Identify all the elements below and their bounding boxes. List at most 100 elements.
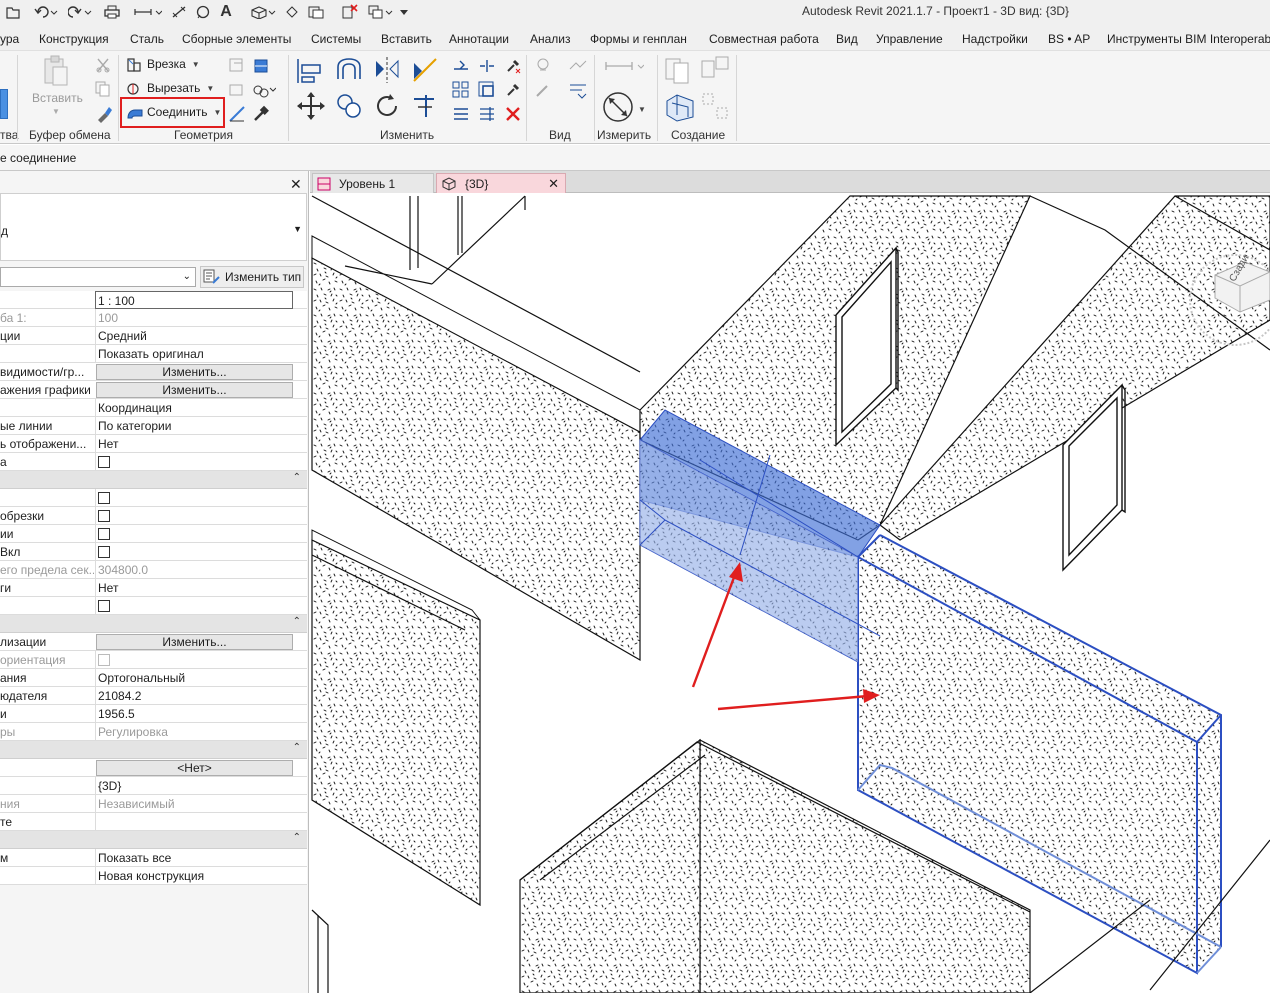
- pin-icon[interactable]: [504, 81, 522, 99]
- property-checkbox[interactable]: [98, 492, 110, 504]
- property-edit-button[interactable]: Изменить...: [96, 634, 293, 650]
- rotate-icon[interactable]: [372, 91, 402, 121]
- property-value[interactable]: Ортогональный: [95, 669, 307, 687]
- view-bulb-icon[interactable]: [534, 57, 552, 75]
- property-checkbox[interactable]: [98, 456, 110, 468]
- property-edit-button[interactable]: Изменить...: [96, 382, 293, 398]
- paint-icon[interactable]: [252, 81, 277, 99]
- tab-annotate[interactable]: Аннотации: [449, 32, 509, 46]
- collapse-icon[interactable]: ⌃: [293, 832, 301, 843]
- cope-icon[interactable]: [126, 57, 142, 73]
- tab-architecture[interactable]: ура: [0, 32, 19, 46]
- unpin-icon[interactable]: [504, 57, 522, 75]
- close-view-icon[interactable]: ✕: [548, 176, 559, 192]
- tag-icon[interactable]: [194, 3, 212, 21]
- wall-joins-icon[interactable]: [228, 57, 246, 75]
- property-value[interactable]: Нет: [95, 435, 307, 453]
- redo-icon[interactable]: [66, 3, 94, 21]
- tab-structure[interactable]: Конструкция: [39, 32, 109, 46]
- paste-icon[interactable]: [42, 55, 70, 87]
- text-icon[interactable]: A: [218, 3, 234, 21]
- property-edit-button[interactable]: Изменить...: [96, 364, 293, 380]
- create-parts-icon[interactable]: [664, 91, 696, 123]
- cut-button[interactable]: Вырезать ▼: [147, 81, 214, 95]
- close-hidden-icon[interactable]: [306, 3, 336, 21]
- copy-icon[interactable]: [334, 91, 364, 121]
- view-brush-icon[interactable]: [534, 81, 552, 99]
- split-parts-icon[interactable]: [700, 91, 730, 121]
- array-icon[interactable]: [452, 81, 470, 99]
- properties-group-header[interactable]: ⌃: [0, 741, 307, 759]
- override-graphics-icon[interactable]: [568, 57, 588, 75]
- property-value[interactable]: Показать оригинал: [95, 345, 307, 363]
- match-properties-icon[interactable]: [95, 105, 113, 123]
- trim-multiple-icon[interactable]: [478, 105, 496, 123]
- tab-insert[interactable]: Вставить: [381, 32, 432, 46]
- close-properties-icon[interactable]: ✕: [290, 176, 302, 193]
- tab-add-ins[interactable]: Надстройки: [962, 32, 1028, 46]
- 3d-viewport[interactable]: Сзади: [310, 193, 1270, 993]
- tab-steel[interactable]: Сталь: [130, 32, 164, 46]
- mirror-draw-icon[interactable]: [410, 55, 440, 85]
- print-icon[interactable]: [102, 3, 122, 21]
- measure-between-icon[interactable]: [604, 57, 645, 75]
- tab-bim-interop[interactable]: Инструменты BIM Interoperab: [1107, 32, 1270, 46]
- collapse-icon[interactable]: ⌃: [293, 742, 301, 753]
- switch-windows-icon[interactable]: [366, 3, 396, 21]
- property-value[interactable]: Координация: [95, 399, 307, 417]
- aligned-dimension-tool-icon[interactable]: [602, 91, 634, 123]
- linework-icon[interactable]: [568, 81, 588, 99]
- collapse-icon[interactable]: ⌃: [293, 616, 301, 627]
- tab-analyze[interactable]: Анализ: [530, 32, 571, 46]
- property-checkbox[interactable]: [98, 546, 110, 558]
- property-value[interactable]: [95, 813, 307, 831]
- property-input[interactable]: 1 : 100: [95, 291, 293, 309]
- property-checkbox[interactable]: [98, 600, 110, 612]
- type-selector[interactable]: д ▼: [0, 193, 307, 261]
- property-value[interactable]: По категории: [95, 417, 307, 435]
- property-value[interactable]: Средний: [95, 327, 307, 345]
- view-tab-level-1[interactable]: Уровень 1: [312, 173, 434, 193]
- measure-qa-icon[interactable]: [132, 3, 164, 21]
- property-value[interactable]: Показать все: [95, 849, 307, 867]
- tab-precast[interactable]: Сборные элементы: [182, 32, 291, 46]
- open-icon[interactable]: [4, 3, 22, 21]
- mirror-axis-icon[interactable]: [372, 55, 402, 85]
- property-checkbox[interactable]: [98, 528, 110, 540]
- property-value[interactable]: {3D}: [95, 777, 307, 795]
- property-value[interactable]: 1956.5: [95, 705, 307, 723]
- move-icon[interactable]: [296, 91, 326, 121]
- align-icon[interactable]: [296, 55, 326, 85]
- cut-profile-icon[interactable]: [252, 57, 270, 75]
- tab-collaborate[interactable]: Совместная работа: [709, 32, 819, 46]
- paste-dropdown-icon[interactable]: ▼: [52, 107, 60, 116]
- view-tab-3d[interactable]: {3D} ✕: [436, 173, 566, 193]
- cut-geometry-icon[interactable]: [126, 81, 142, 97]
- customize-qat-icon[interactable]: [398, 3, 410, 21]
- create-assembly-icon[interactable]: [700, 55, 732, 85]
- split-face-icon[interactable]: [228, 81, 246, 99]
- cope-button[interactable]: Врезка ▼: [147, 57, 200, 71]
- scale-icon[interactable]: [478, 81, 496, 99]
- tab-view[interactable]: Вид: [836, 32, 858, 46]
- trim-extend-icon[interactable]: [410, 91, 440, 121]
- collapse-icon[interactable]: ⌃: [293, 472, 301, 483]
- wall-left-lower[interactable]: [311, 529, 481, 907]
- thin-lines-icon[interactable]: [284, 3, 300, 21]
- measure-dropdown-icon[interactable]: ▼: [638, 105, 646, 114]
- property-edit-button[interactable]: <Нет>: [96, 760, 293, 776]
- property-value[interactable]: Нет: [95, 579, 307, 597]
- create-similar-icon[interactable]: [664, 55, 694, 85]
- split-element-icon[interactable]: [452, 57, 470, 75]
- create-group-icon[interactable]: [452, 105, 470, 123]
- delete-icon[interactable]: [504, 105, 522, 123]
- instance-filter-dropdown[interactable]: ⌄: [0, 267, 196, 287]
- wall-demolish-icon[interactable]: [228, 105, 246, 123]
- tab-massing-site[interactable]: Формы и генплан: [590, 32, 687, 46]
- properties-group-header[interactable]: ⌃: [0, 831, 307, 849]
- properties-group-header[interactable]: ⌃: [0, 615, 307, 633]
- property-value[interactable]: 21084.2: [95, 687, 307, 705]
- tab-systems[interactable]: Системы: [311, 32, 361, 46]
- offset-icon[interactable]: [334, 55, 364, 85]
- paste-button[interactable]: Вставить: [32, 91, 83, 105]
